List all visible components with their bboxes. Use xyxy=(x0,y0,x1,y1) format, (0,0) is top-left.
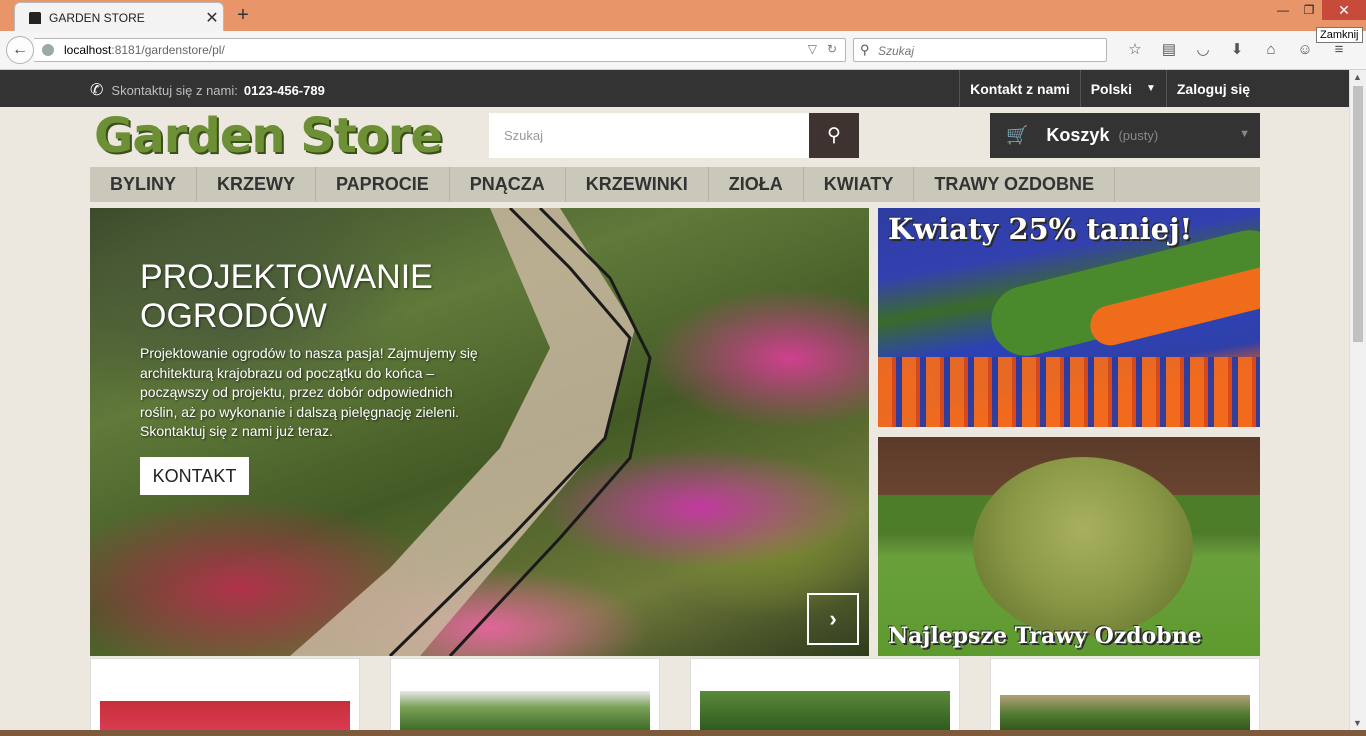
minimize-button[interactable]: — xyxy=(1270,0,1296,20)
product-image[interactable] xyxy=(1000,695,1250,730)
search-icon: ⚲ xyxy=(827,125,841,146)
os-taskbar xyxy=(0,730,1366,736)
browser-toolbar-icons: ☆ ▤ ◡ ⬇ ⌂ ☺ ≡ xyxy=(1118,40,1356,60)
phone-number: 0123-456-789 xyxy=(243,82,325,98)
product-image[interactable] xyxy=(400,691,650,730)
caret-down-icon: ▼ xyxy=(1239,128,1250,140)
web-page: ✆ Skontaktuj się z nami: 0123-456-789 Ko… xyxy=(0,70,1349,730)
menu-icon[interactable]: ≡ xyxy=(1322,40,1356,60)
dropdown-arrow-icon[interactable]: ▽ xyxy=(808,42,817,56)
contact-link[interactable]: Kontakt z nami xyxy=(959,70,1080,107)
scrollbar-thumb[interactable] xyxy=(1353,86,1363,342)
flowers-discount-banner[interactable]: Kwiaty 25% taniej! xyxy=(878,208,1260,427)
login-link[interactable]: Zaloguj się xyxy=(1165,70,1260,107)
browser-search-placeholder: Szukaj xyxy=(878,44,915,58)
url-host: localhost xyxy=(64,43,112,57)
menu-item-trawy-ozdobne[interactable]: TRAWY OZDOBNE xyxy=(914,167,1116,202)
browser-titlebar: GARDEN STORE ✕ + — ❐ ✕ xyxy=(0,0,1366,32)
menu-item-byliny[interactable]: BYLINY xyxy=(90,167,198,202)
banner-text: Kwiaty 25% taniej! xyxy=(888,212,1193,246)
globe-icon xyxy=(42,44,54,56)
cart-icon: 🛒 xyxy=(1006,125,1029,145)
menu-item-krzewinki[interactable]: KRZEWINKI xyxy=(566,167,709,202)
contact-label: Skontaktuj się z nami: xyxy=(111,82,238,98)
scroll-down-icon[interactable]: ▼ xyxy=(1353,718,1362,728)
hero-title: PROJEKTOWANIE OGRODÓW xyxy=(140,258,433,335)
topiary-decoration xyxy=(973,457,1193,637)
menu-item-pnacza[interactable]: PNĄCZA xyxy=(450,167,566,202)
top-links: Kontakt z nami Polski ▼ Zaloguj się xyxy=(959,70,1260,107)
url-path: :8181/gardenstore/pl/ xyxy=(111,43,225,57)
product-card[interactable] xyxy=(990,658,1260,730)
reload-icon[interactable]: ↻ xyxy=(827,42,837,56)
site-favicon-icon xyxy=(29,11,41,24)
menu-item-krzewy[interactable]: KRZEWY xyxy=(197,167,317,202)
url-tools: ▽ ↻ xyxy=(808,42,837,56)
chat-icon[interactable]: ☺ xyxy=(1288,40,1322,60)
pocket-icon[interactable]: ◡ xyxy=(1186,40,1220,60)
banner-text: Najlepsze Trawy Ozdobne xyxy=(888,623,1202,649)
product-card[interactable] xyxy=(690,658,960,730)
language-selector[interactable]: Polski ▼ xyxy=(1079,70,1166,107)
cart-button[interactable]: 🛒 Koszyk (pusty) ▼ xyxy=(990,113,1260,158)
top-bar: ✆ Skontaktuj się z nami: 0123-456-789 Ko… xyxy=(0,70,1349,107)
chevron-right-icon: › xyxy=(829,606,837,631)
category-menu: BYLINY KRZEWY PAPROCIE PNĄCZA KRZEWINKI … xyxy=(90,167,1260,202)
window-controls: — ❐ ✕ xyxy=(1270,0,1366,22)
download-icon[interactable]: ⬇ xyxy=(1220,40,1254,60)
product-card[interactable] xyxy=(390,658,660,730)
scroll-up-icon[interactable]: ▲ xyxy=(1353,72,1362,82)
hero-slider: PROJEKTOWANIE OGRODÓW Projektowanie ogro… xyxy=(90,208,869,656)
contact-button[interactable]: KONTAKT xyxy=(140,457,249,495)
tab-close-icon[interactable]: ✕ xyxy=(201,8,223,28)
search-icon: ⚲ xyxy=(860,42,870,57)
restore-button[interactable]: ❐ xyxy=(1296,0,1322,20)
browser-search-input[interactable]: ⚲ Szukaj xyxy=(853,38,1107,62)
product-image[interactable] xyxy=(100,701,350,730)
home-icon[interactable]: ⌂ xyxy=(1254,40,1288,60)
cart-label: Koszyk xyxy=(1046,125,1110,145)
tab-title: GARDEN STORE xyxy=(49,10,145,25)
contact-info: ✆ Skontaktuj się z nami: 0123-456-789 xyxy=(90,80,325,100)
hero-text: Projektowanie ogrodów to nasza pasja! Za… xyxy=(140,345,478,439)
phone-icon: ✆ xyxy=(90,82,104,99)
browser-tab[interactable]: GARDEN STORE ✕ xyxy=(14,2,224,32)
close-tooltip: Zamknij xyxy=(1316,27,1363,43)
search-button[interactable]: ⚲ xyxy=(809,113,859,158)
new-tab-button[interactable]: + xyxy=(232,4,254,27)
reading-list-icon[interactable]: ▤ xyxy=(1152,40,1186,60)
close-window-button[interactable]: ✕ xyxy=(1322,0,1366,20)
product-card[interactable] xyxy=(90,658,360,730)
bookmark-star-icon[interactable]: ☆ xyxy=(1118,40,1152,60)
site-logo[interactable]: Garden Store xyxy=(94,108,443,164)
grasses-banner[interactable]: Najlepsze Trawy Ozdobne xyxy=(878,437,1260,656)
site-search-input[interactable]: Szukaj xyxy=(489,113,809,158)
menu-item-paprocie[interactable]: PAPROCIE xyxy=(316,167,450,202)
language-label: Polski xyxy=(1090,80,1132,97)
url-bar[interactable]: localhost:8181/gardenstore/pl/ ▽ ↻ xyxy=(34,38,846,62)
page-scrollbar[interactable]: ▲ ▼ xyxy=(1349,70,1366,730)
menu-item-kwiaty[interactable]: KWIATY xyxy=(804,167,915,202)
menu-item-ziola[interactable]: ZIOŁA xyxy=(709,167,804,202)
caret-down-icon: ▼ xyxy=(1145,83,1156,94)
browser-navbar: ← localhost:8181/gardenstore/pl/ ▽ ↻ ⚲ S… xyxy=(0,31,1366,70)
cart-status: (pusty) xyxy=(1118,128,1159,143)
tulips-decoration xyxy=(878,357,1260,427)
next-slide-button[interactable]: › xyxy=(807,593,859,645)
back-icon[interactable]: ← xyxy=(6,36,34,64)
product-image[interactable] xyxy=(700,691,950,730)
